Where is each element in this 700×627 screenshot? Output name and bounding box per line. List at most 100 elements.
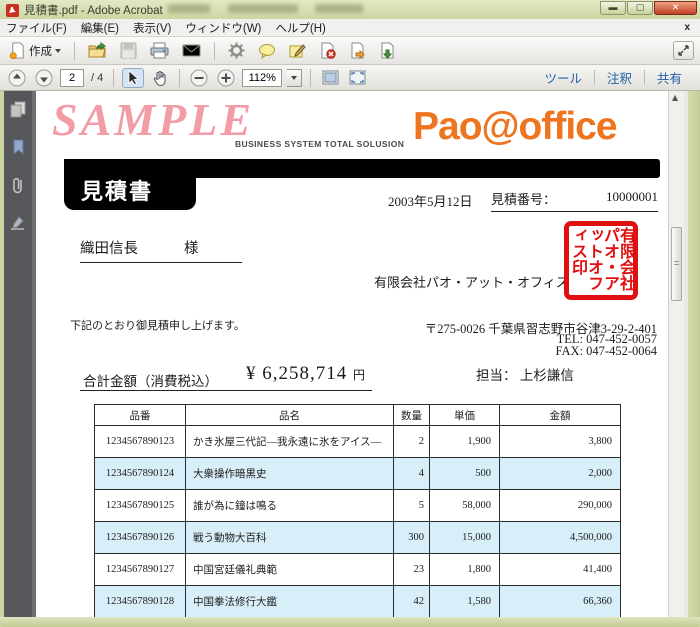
item-unit-price: 1,900 [430,426,500,458]
comment-bubble-icon[interactable] [255,41,279,61]
email-button[interactable] [179,41,204,60]
item-amount: 41,400 [500,554,621,586]
item-amount: 4,500,000 [500,522,621,554]
menubar-close-icon[interactable]: x [684,22,694,33]
item-qty: 4 [394,458,430,490]
customer-name: 織田信長 様 [80,237,242,263]
table-header-row: 品番 品名 数量 単価 金額 [95,405,621,426]
window-title: 見積書.pdf - Adobe Acrobat [24,2,163,18]
select-tool-button[interactable] [122,68,144,88]
item-name: かき氷屋三代記―我永遠に氷をアイス― [186,426,394,458]
acrobat-pdf-icon [6,4,19,17]
chevron-down-icon [55,49,61,53]
menu-window[interactable]: ウィンドウ(W) [185,20,261,36]
scroll-up-icon[interactable]: ▲ [672,93,678,102]
item-qty: 5 [394,490,430,522]
blurred-text [168,4,210,13]
pao-office-logo: Pao@office [413,105,617,149]
total-amount-unit: 円 [353,368,365,382]
total-amount-number: ¥ 6,258,714 [246,363,347,384]
zoom-dropdown-button[interactable] [287,69,302,87]
vertical-scrollbar[interactable]: ▲ [668,91,684,617]
attachments-icon[interactable] [11,176,25,194]
zoom-level-input[interactable] [242,69,282,87]
greeting-text: 下記のとおり御見積申し上げます。 [70,317,245,333]
item-name: 大衆操作暗黒史 [186,458,394,490]
item-code: 1234567890125 [95,490,186,522]
item-amount: 290,000 [500,490,621,522]
maximize-button[interactable]: ▢ [627,1,653,15]
company-tagline: BUSINESS SYSTEM TOTAL SOLUSION [235,139,404,149]
table-row: 1234567890126 戦う動物大百科 300 15,000 4,500,0… [95,522,621,554]
minimize-button[interactable]: ▬ [600,1,626,15]
share-link[interactable]: 共有 [645,68,694,87]
quote-number-value: 10000001 [606,189,658,208]
toolbar-expand-button[interactable] [673,41,694,60]
print-button[interactable] [147,40,172,61]
total-amount-label: 合計金額（消費税込） [83,370,218,390]
item-amount: 3,800 [500,426,621,458]
stamp-text: 有限会社パオ・アットオフィス印 [569,227,633,293]
fit-page-button[interactable] [346,68,368,88]
menu-edit[interactable]: 編集(E) [81,20,119,36]
item-amount: 2,000 [500,458,621,490]
navigation-toolbar: / 4 ツール 注釈 共有 [0,65,700,91]
document-area: SAMPLE BUSINESS SYSTEM TOTAL SOLUSION Pa… [0,91,700,617]
acrobat-window: 見積書.pdf - Adobe Acrobat ▬ ▢ ✕ ファイル(F) 編集… [0,0,700,627]
close-button[interactable]: ✕ [654,1,697,15]
page-thumbnails-icon[interactable] [10,101,26,118]
menu-view[interactable]: 表示(V) [133,20,171,36]
scrollbar-thumb[interactable] [671,227,682,301]
tools-link[interactable]: ツール [532,68,594,87]
item-unit-price: 1,580 [430,586,500,618]
navigation-pane [4,91,32,617]
create-pdf-button[interactable]: 作成 [6,40,64,61]
settings-gear-icon[interactable] [225,40,248,61]
col-header-qty: 数量 [394,405,430,426]
page-number-input[interactable] [60,69,84,87]
item-code: 1234567890128 [95,586,186,618]
table-row: 1234567890125 誰が為に鐘は鳴る 5 58,000 290,000 [95,490,621,522]
export-page-icon[interactable] [346,40,369,61]
col-header-amount: 金額 [500,405,621,426]
item-qty: 23 [394,554,430,586]
zoom-out-button[interactable] [188,68,210,88]
item-unit-price: 1,800 [430,554,500,586]
item-qty: 2 [394,426,430,458]
window-frame-bottom [0,617,700,627]
item-qty: 42 [394,586,430,618]
menu-file[interactable]: ファイル(F) [6,20,67,36]
item-code: 1234567890126 [95,522,186,554]
save-button[interactable] [117,40,140,61]
table-row: 1234567890124 大衆操作暗黒史 4 500 2,000 [95,458,621,490]
blurred-text [228,4,298,13]
customer-name-text: 織田信長 [80,237,138,258]
comment-link[interactable]: 注釈 [595,68,644,87]
highlight-note-icon[interactable] [286,41,309,61]
item-name: 戦う動物大百科 [186,522,394,554]
pdf-page: SAMPLE BUSINESS SYSTEM TOTAL SOLUSION Pa… [36,91,668,617]
item-amount: 66,360 [500,586,621,618]
menu-help[interactable]: ヘルプ(H) [275,20,325,36]
delete-pages-icon[interactable] [316,40,339,61]
previous-page-button[interactable] [6,68,28,88]
open-file-button[interactable] [85,40,110,61]
issuer-fax: FAX: 047-452-0064 [555,344,657,359]
company-seal-stamp: 有限会社パオ・アットオフィス印 [564,221,638,300]
item-code: 1234567890127 [95,554,186,586]
table-row: 1234567890128 中国拳法修行大鑑 42 1,580 66,360 [95,586,621,618]
item-code: 1234567890123 [95,426,186,458]
quote-number-label: 見積番号： [491,189,556,208]
item-unit-price: 15,000 [430,522,500,554]
next-page-button[interactable] [33,68,55,88]
hand-tool-button[interactable] [149,68,171,88]
fit-width-button[interactable] [319,68,341,88]
zoom-in-button[interactable] [215,68,237,88]
item-unit-price: 58,000 [430,490,500,522]
sample-watermark: SAMPLE [52,93,254,146]
signatures-icon[interactable] [10,215,26,230]
bookmarks-icon[interactable] [12,139,25,155]
col-header-name: 品名 [186,405,394,426]
col-header-code: 品番 [95,405,186,426]
insert-page-icon[interactable] [376,40,399,61]
